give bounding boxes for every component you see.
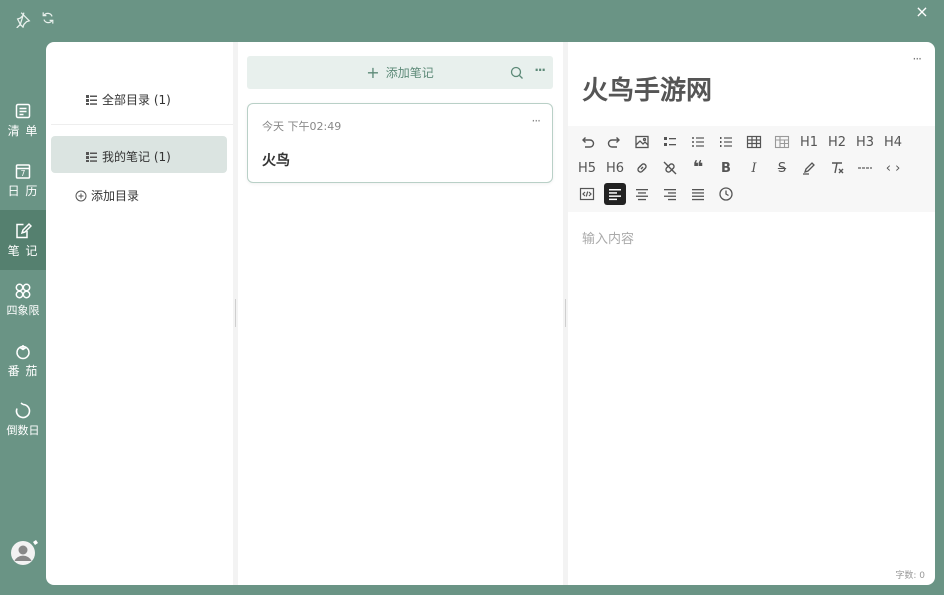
bullet-list-icon[interactable] (688, 132, 708, 152)
heading-label: H6 (605, 160, 625, 176)
editor-content-input[interactable]: 输入内容 (582, 228, 634, 247)
italic-button[interactable]: I (744, 158, 764, 178)
table-edit-icon[interactable] (772, 132, 792, 152)
heading-6-button[interactable]: H6 (605, 158, 625, 178)
avatar[interactable] (10, 538, 40, 568)
nav-label: 笔 记 (7, 244, 39, 258)
nav-label: 倒数日 (6, 424, 40, 437)
list-icon (86, 94, 97, 105)
align-left-icon[interactable] (604, 183, 626, 205)
editor-title[interactable]: 火鸟手游网 (582, 70, 712, 107)
add-note-bar: + 添加笔记 ··· (247, 56, 553, 89)
code-button[interactable]: ‹ › (883, 158, 903, 178)
editor-panel: ··· 火鸟手游网 H1 H2 H3 H4 H5 H6 ❝ B I S ‹ › (568, 42, 935, 585)
list-icon (15, 103, 31, 119)
heading-5-button[interactable]: H5 (577, 158, 597, 178)
note-more-icon[interactable]: ··· (532, 114, 542, 128)
clear-format-icon[interactable] (827, 158, 847, 178)
heading-label: H2 (827, 134, 847, 150)
nav-item-countdown[interactable]: 倒数日 (0, 390, 46, 450)
nav-label: 番 茄 (7, 364, 39, 378)
ordered-list-icon[interactable] (716, 132, 736, 152)
italic-label: I (751, 160, 757, 176)
nav-label: 清 单 (7, 124, 39, 138)
quote-icon[interactable]: ❝ (688, 157, 708, 178)
word-count: 字数: 0 (895, 571, 925, 581)
strike-label: S (777, 160, 787, 176)
link-icon[interactable] (632, 158, 652, 178)
close-button[interactable]: × (912, 3, 932, 23)
align-center-icon[interactable] (632, 184, 652, 204)
sidebar-nav: 清 单 7 日 历 笔 记 四象限 番 茄 倒数日 (0, 90, 46, 450)
checklist-icon[interactable] (660, 132, 680, 152)
heading-label: H4 (883, 134, 903, 150)
countdown-icon (15, 402, 31, 419)
code-block-icon[interactable] (577, 184, 597, 204)
undo-icon[interactable] (577, 132, 597, 152)
directory-panel: 全部目录 (1) 我的笔记 (1) 添加目录 (46, 42, 233, 585)
add-note-button[interactable]: + 添加笔记 (247, 56, 553, 89)
directory-all-label: 全部目录 (1) (102, 93, 171, 107)
nav-item-list[interactable]: 清 单 (0, 90, 46, 150)
tomato-icon (16, 345, 30, 360)
heading-label: H5 (577, 160, 597, 176)
nav-item-calendar[interactable]: 7 日 历 (0, 150, 46, 210)
calendar-day: 7 (21, 169, 26, 178)
heading-2-button[interactable]: H2 (827, 132, 847, 152)
notes-panel: + 添加笔记 ··· 今天 下午02:49 ··· 火鸟 (238, 42, 563, 585)
horizontal-rule-icon[interactable] (855, 158, 875, 178)
editor-toolbar: H1 H2 H3 H4 H5 H6 ❝ B I S ‹ › (568, 126, 935, 212)
note-time: 今天 下午02:49 (262, 120, 342, 133)
heading-1-button[interactable]: H1 (799, 132, 819, 152)
list-icon (86, 151, 97, 162)
add-note-label: 添加笔记 (385, 66, 434, 80)
heading-4-button[interactable]: H4 (883, 132, 903, 152)
directory-mine-label: 我的笔记 (1) (102, 150, 171, 164)
note-title: 火鸟 (262, 153, 290, 169)
plus-icon: + (366, 62, 380, 82)
directory-all[interactable]: 全部目录 (1) (86, 91, 171, 108)
bold-button[interactable]: B (716, 158, 736, 178)
unlink-icon[interactable] (660, 158, 680, 178)
sync-icon[interactable] (40, 10, 60, 30)
nav-label: 日 历 (7, 184, 39, 198)
divider (51, 124, 233, 125)
note-icon (16, 222, 32, 239)
heading-label: H1 (799, 134, 819, 150)
bold-label: B (721, 160, 731, 176)
image-icon[interactable] (632, 132, 652, 152)
nav-label: 四象限 (6, 304, 40, 317)
strikethrough-button[interactable]: S (772, 158, 792, 178)
editor-more-icon[interactable]: ··· (913, 52, 923, 66)
plus-circle-icon (75, 190, 87, 201)
table-icon[interactable] (744, 132, 764, 152)
redo-icon[interactable] (605, 132, 625, 152)
heading-3-button[interactable]: H3 (855, 132, 875, 152)
pin-icon[interactable] (14, 10, 34, 30)
highlight-icon[interactable] (799, 158, 819, 178)
align-right-icon[interactable] (660, 184, 680, 204)
calendar-icon: 7 (15, 164, 31, 179)
add-directory-button[interactable]: 添加目录 (75, 187, 139, 204)
add-directory-label: 添加目录 (91, 189, 140, 203)
nav-item-tomato[interactable]: 番 茄 (0, 330, 46, 390)
quadrant-icon (15, 283, 31, 299)
search-icon[interactable] (510, 65, 524, 84)
note-card[interactable]: 今天 下午02:49 ··· 火鸟 (247, 103, 553, 183)
directory-mine[interactable]: 我的笔记 (1) (86, 148, 171, 165)
clock-icon[interactable] (716, 184, 736, 204)
align-justify-icon[interactable] (688, 184, 708, 204)
nav-item-quadrant[interactable]: 四象限 (0, 270, 46, 330)
code-label: ‹ › (885, 160, 901, 176)
heading-label: H3 (855, 134, 875, 150)
more-icon[interactable]: ··· (534, 63, 546, 77)
nav-item-notes[interactable]: 笔 记 (0, 210, 46, 270)
